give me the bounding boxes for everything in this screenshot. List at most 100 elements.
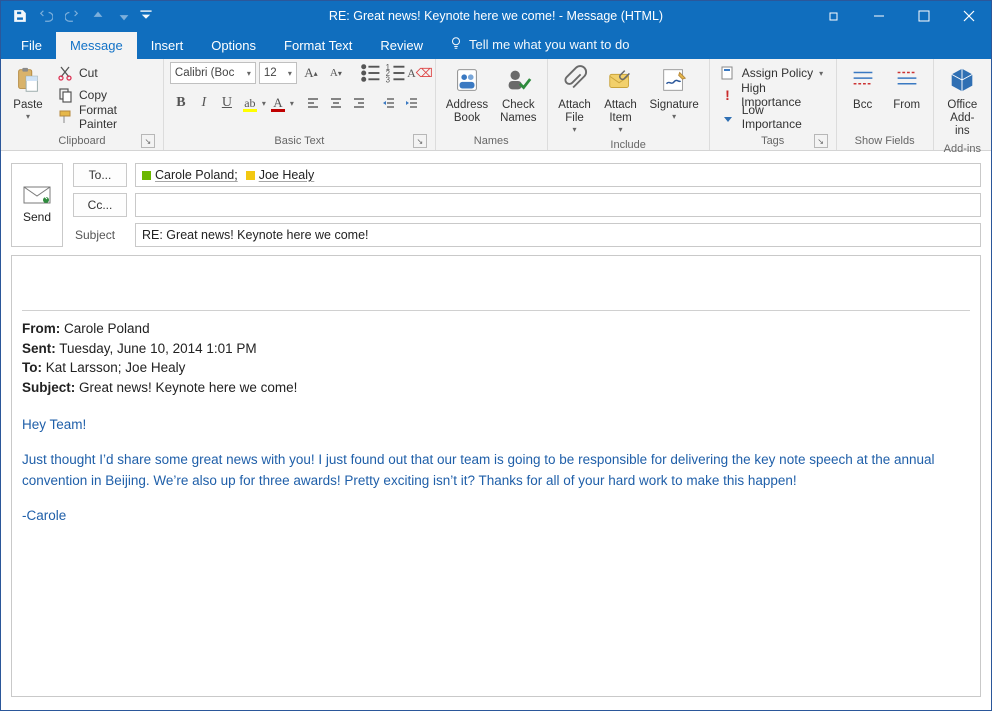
send-label: Send: [23, 210, 51, 224]
align-right-icon[interactable]: [348, 92, 370, 114]
bcc-icon: [847, 64, 879, 96]
increase-indent-icon[interactable]: [401, 92, 423, 114]
minimize-icon[interactable]: [856, 1, 901, 31]
from-label: From: [893, 99, 920, 112]
signature-label: Signature: [650, 99, 699, 112]
recipient[interactable]: Joe Healy: [246, 168, 315, 182]
cc-button[interactable]: Cc...: [73, 193, 127, 217]
subject-field[interactable]: RE: Great news! Keynote here we come!: [135, 223, 981, 247]
envelope-icon: [23, 186, 51, 204]
attach-file-label: Attach File: [558, 99, 591, 125]
undo-icon[interactable]: [33, 3, 59, 29]
title-bar: RE: Great news! Keynote here we come! - …: [1, 1, 991, 31]
office-addins-icon: [946, 64, 978, 96]
signature-button[interactable]: Signature▾: [646, 62, 703, 123]
next-item-icon[interactable]: [111, 3, 137, 29]
font-name-selector[interactable]: Calibri (Boc▾: [170, 62, 256, 84]
font-color-icon[interactable]: A: [267, 92, 289, 114]
low-importance-button[interactable]: Low Importance: [716, 106, 830, 128]
group-show-fields: Bcc From Show Fields: [837, 59, 934, 150]
paste-label: Paste: [13, 99, 42, 112]
window-controls: [811, 1, 991, 31]
close-icon[interactable]: [946, 1, 991, 31]
to-field[interactable]: Carole Poland; Joe Healy: [135, 163, 981, 187]
chevron-down-icon: ▾: [619, 125, 623, 134]
bullets-icon[interactable]: [359, 62, 381, 84]
cut-button[interactable]: Cut: [53, 62, 157, 84]
clear-formatting-icon[interactable]: A⌫: [409, 62, 431, 84]
redo-icon[interactable]: [59, 3, 85, 29]
paperclip-icon: [559, 64, 591, 96]
group-tags: Assign Policy ▾ ! High Importance Low Im…: [710, 59, 837, 150]
bcc-button[interactable]: Bcc: [843, 62, 883, 114]
chevron-down-icon: ▾: [573, 125, 577, 134]
from-button[interactable]: From: [887, 62, 927, 114]
chevron-down-icon[interactable]: ▾: [290, 99, 294, 108]
high-importance-icon: !: [720, 87, 735, 103]
message-body-editor[interactable]: From: Carole Poland Sent: Tuesday, June …: [11, 255, 981, 697]
to-button[interactable]: To...: [73, 163, 127, 187]
assign-policy-icon: [720, 65, 736, 81]
tab-insert[interactable]: Insert: [137, 32, 198, 59]
italic-icon[interactable]: I: [193, 92, 215, 114]
grow-font-icon[interactable]: A▴: [300, 62, 322, 84]
low-importance-icon: [720, 109, 736, 125]
group-label-include: Include: [554, 137, 703, 154]
cut-icon: [57, 65, 73, 81]
maximize-icon[interactable]: [901, 1, 946, 31]
address-book-label: Address Book: [446, 99, 488, 125]
check-names-button[interactable]: Check Names: [496, 62, 540, 127]
tab-format-text[interactable]: Format Text: [270, 32, 366, 59]
body-paragraph: Just thought I’d share some great news w…: [22, 450, 970, 492]
shrink-font-icon[interactable]: A▾: [325, 62, 347, 84]
chevron-down-icon: ▾: [672, 112, 676, 121]
group-addins: Office Add-ins Add-ins: [934, 59, 991, 150]
align-left-icon[interactable]: [302, 92, 324, 114]
bcc-label: Bcc: [853, 99, 872, 112]
attach-item-button[interactable]: Attach Item▾: [600, 62, 642, 137]
dialog-launcher-icon[interactable]: ↘: [413, 134, 427, 148]
cc-field[interactable]: [135, 193, 981, 217]
chevron-down-icon: ▾: [26, 112, 30, 121]
attach-file-button[interactable]: Attach File▾: [554, 62, 596, 137]
group-label-tags: Tags ↘: [716, 133, 830, 150]
subject-value: RE: Great news! Keynote here we come!: [142, 228, 369, 242]
tell-me-search[interactable]: Tell me what you want to do: [437, 30, 641, 59]
underline-icon[interactable]: U: [216, 92, 238, 114]
tell-me-label: Tell me what you want to do: [469, 37, 629, 52]
dialog-launcher-icon[interactable]: ↘: [141, 134, 155, 148]
group-label-clipboard: Clipboard ↘: [7, 133, 157, 150]
office-addins-button[interactable]: Office Add-ins: [940, 62, 985, 141]
decrease-indent-icon[interactable]: [378, 92, 400, 114]
tab-options[interactable]: Options: [197, 32, 270, 59]
tab-message[interactable]: Message: [56, 32, 137, 59]
numbering-icon[interactable]: 123: [384, 62, 406, 84]
group-clipboard: Paste ▾ Cut Copy Format Painter Clipbo: [1, 59, 164, 150]
chevron-down-icon[interactable]: ▾: [262, 99, 266, 108]
paste-button[interactable]: Paste ▾: [7, 62, 49, 123]
subject-label: Subject: [73, 228, 127, 242]
recipient[interactable]: Carole Poland;: [142, 168, 238, 182]
qat-customize-icon[interactable]: [137, 3, 155, 29]
bold-icon[interactable]: B: [170, 92, 192, 114]
restore-down-icon[interactable]: [811, 1, 856, 31]
format-painter-button[interactable]: Format Painter: [53, 106, 157, 128]
lightbulb-icon: [449, 36, 463, 53]
tab-review[interactable]: Review: [366, 32, 437, 59]
message-header: Send To... Carole Poland; Joe Healy Cc..…: [1, 151, 991, 255]
group-include: Attach File▾ Attach Item▾ Signature▾ Inc…: [548, 59, 710, 150]
previous-item-icon[interactable]: [85, 3, 111, 29]
save-icon[interactable]: [7, 3, 33, 29]
tab-file[interactable]: File: [7, 32, 56, 59]
chevron-down-icon: ▾: [288, 69, 292, 78]
group-label-show-fields: Show Fields: [843, 133, 927, 150]
from-icon: [891, 64, 923, 96]
send-button[interactable]: Send: [11, 163, 63, 247]
font-size-selector[interactable]: 12▾: [259, 62, 297, 84]
highlight-icon[interactable]: ab: [239, 92, 261, 114]
recipient-name: Joe Healy: [259, 168, 315, 182]
align-center-icon[interactable]: [325, 92, 347, 114]
dialog-launcher-icon[interactable]: ↘: [814, 134, 828, 148]
chevron-down-icon: ▾: [247, 69, 251, 78]
address-book-button[interactable]: Address Book: [442, 62, 492, 127]
